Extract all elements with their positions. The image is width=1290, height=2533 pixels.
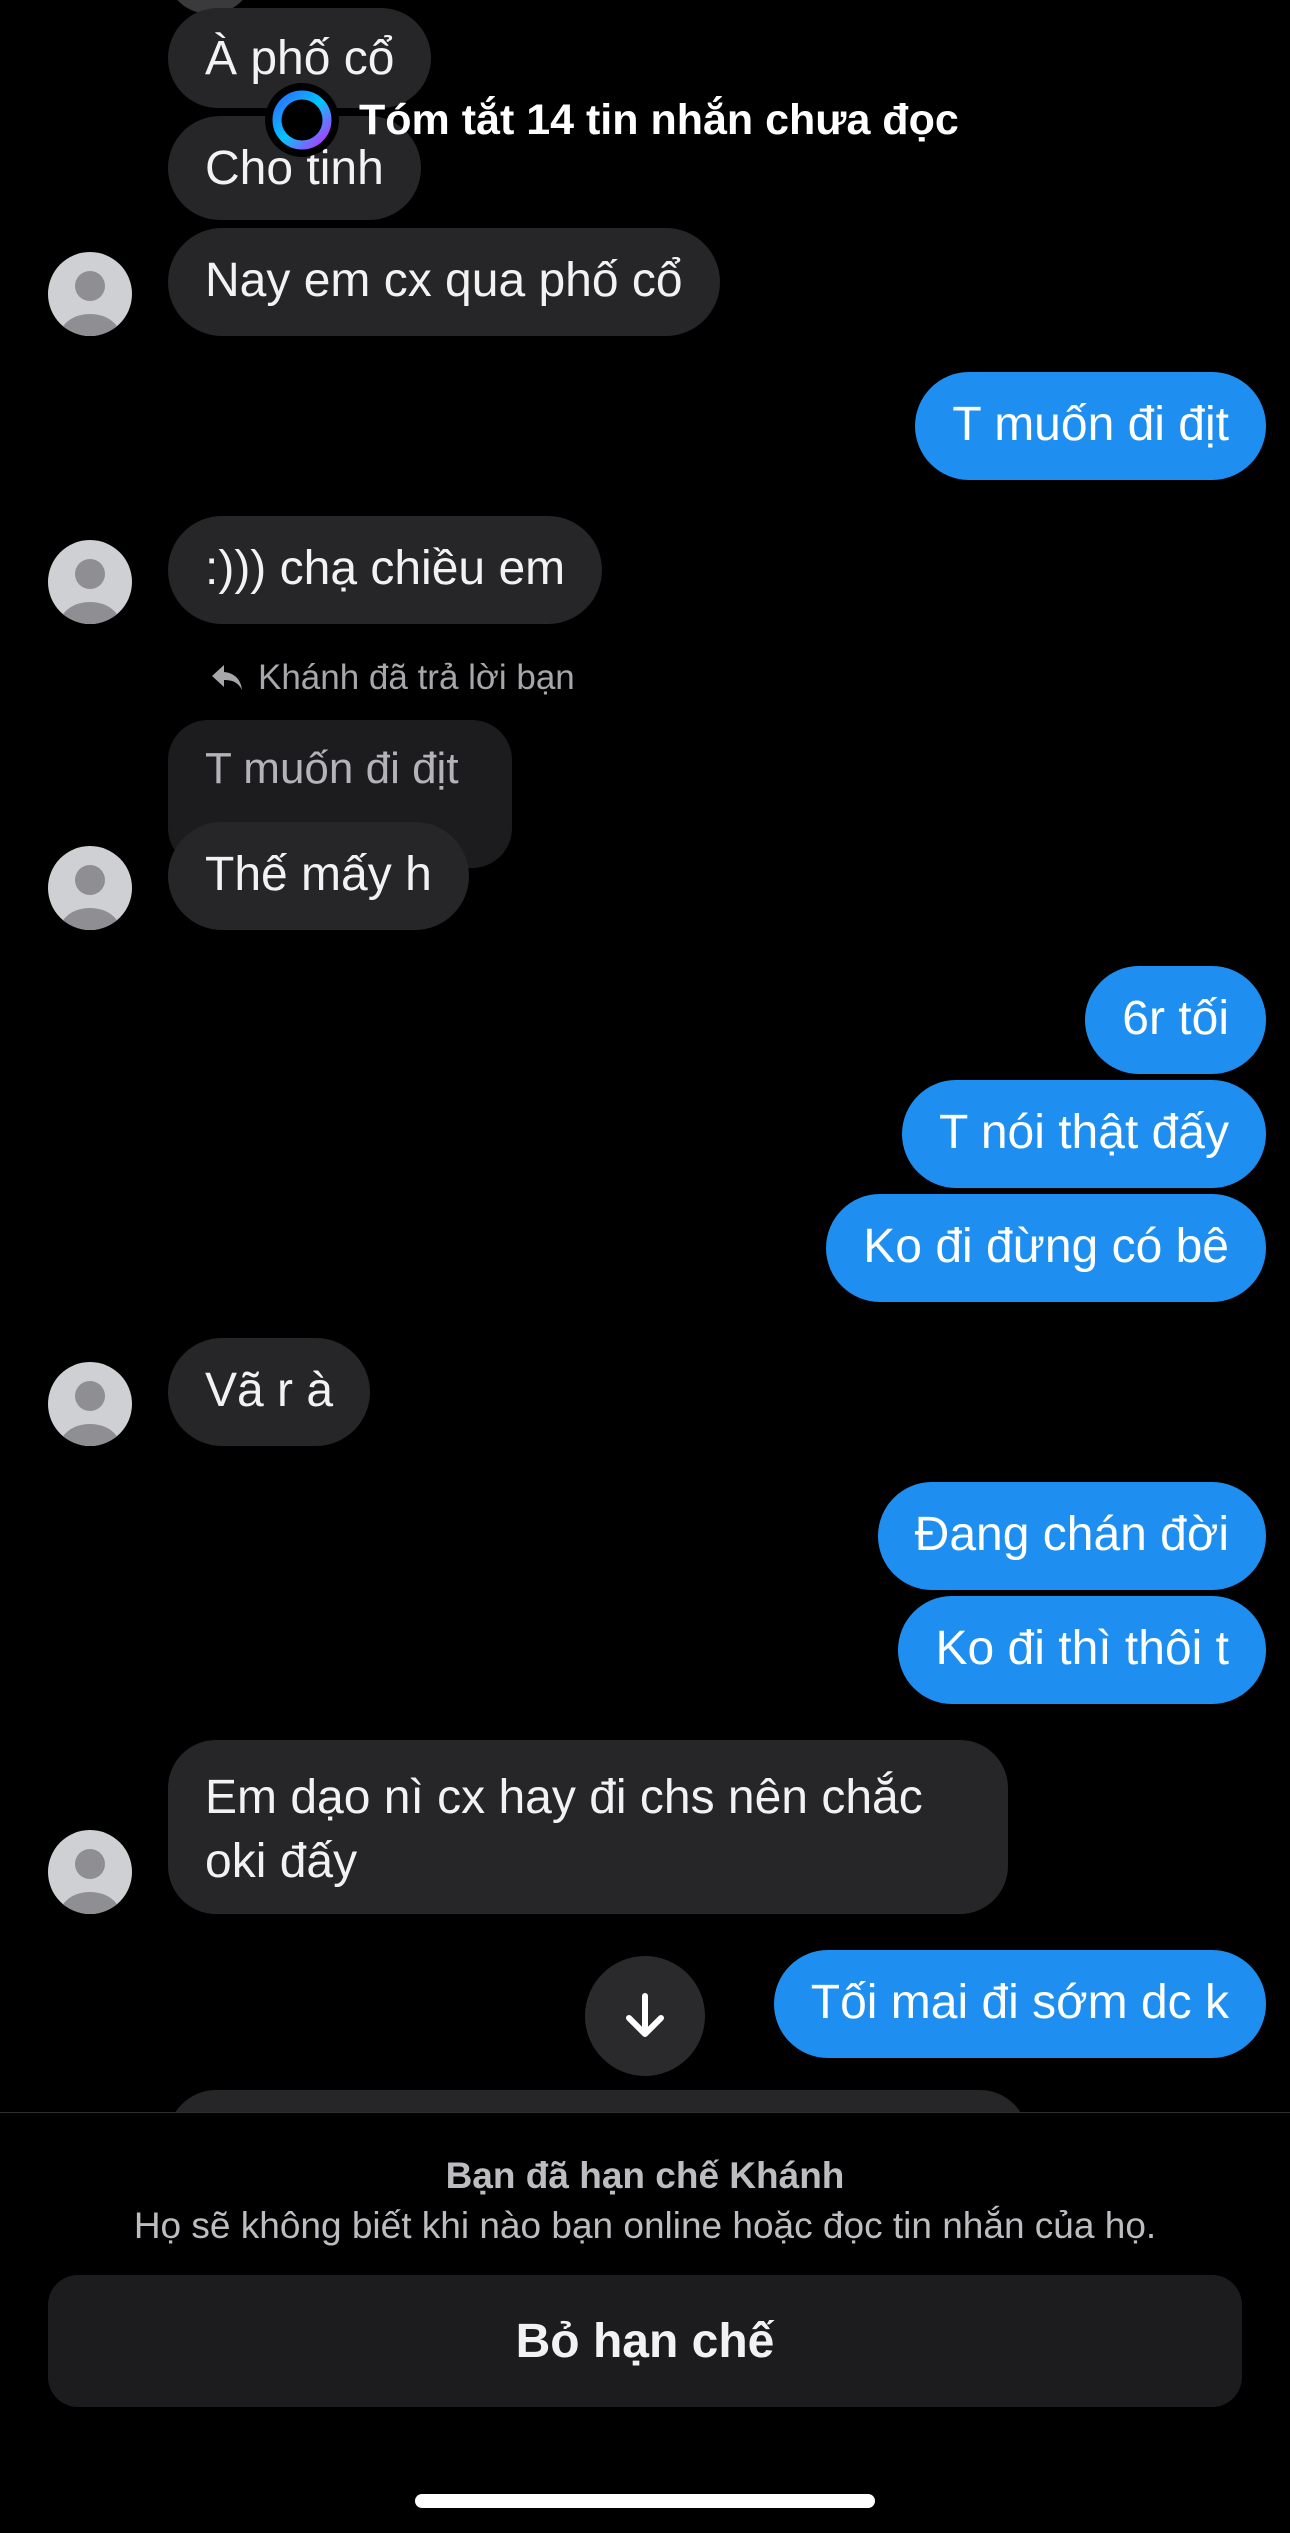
message-incoming[interactable]: Vã r à [168,1338,371,1446]
message-incoming[interactable]: Em dạo nì cx hay đi chs nên chắc oki đấy [168,1740,1008,1914]
restricted-footer: Bạn đã hạn chế Khánh Họ sẽ không biết kh… [0,2112,1290,2533]
message-outgoing[interactable]: Ko đi đừng có bê [826,1194,1266,1302]
message-outgoing[interactable]: Tối mai đi sớm dc k [773,1950,1266,2058]
restricted-subtitle: Họ sẽ không biết khi nào bạn online hoặc… [133,2205,1157,2246]
message-incoming[interactable]: Thế mấy h [168,822,469,930]
avatar-placeholder-icon [60,559,120,624]
summary-banner[interactable]: Tóm tắt 14 tin nhắn chưa đọc [265,76,959,164]
arrow-down-icon [626,1993,664,2037]
avatar-placeholder-icon [60,1849,120,1914]
home-indicator[interactable] [415,2494,875,2508]
reply-arrow-icon [212,665,242,690]
restricted-title: Bạn đã hạn chế Khánh [445,2155,845,2196]
unrestrict-button[interactable]: Bỏ hạn chế [48,2275,1242,2407]
message-outgoing[interactable]: Ko đi thì thôi t [898,1596,1266,1704]
message-outgoing[interactable]: T nói thật đấy [902,1080,1266,1188]
message-outgoing[interactable]: T muốn đi địt [915,372,1266,480]
reply-hint: Khánh đã trả lời bạn [210,658,575,698]
avatar-placeholder-icon [60,271,120,336]
avatar-placeholder-icon [60,1381,120,1446]
message-incoming[interactable]: Nay em cx qua phố cổ [168,228,720,336]
avatar[interactable] [48,846,132,930]
avatar[interactable] [48,1362,132,1446]
avatar[interactable] [48,252,132,336]
avatar[interactable] [48,1830,132,1914]
summary-ring-icon [265,83,339,157]
summary-text: Tóm tắt 14 tin nhắn chưa đọc [359,95,959,144]
message-incoming[interactable]: :))) chạ chiều em [168,516,603,624]
scroll-to-bottom-button[interactable] [585,1956,705,2076]
avatar[interactable] [48,540,132,624]
message-outgoing[interactable]: Đang chán đời [877,1482,1266,1590]
avatar-placeholder-icon [60,865,120,930]
message-outgoing[interactable]: 6r tối [1085,966,1266,1074]
